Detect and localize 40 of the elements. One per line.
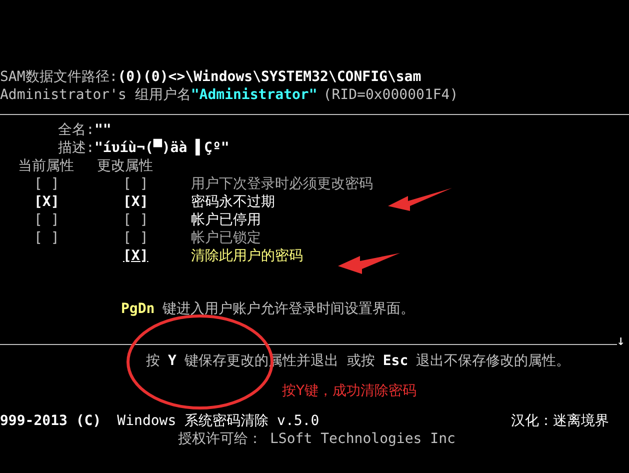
key-name: Y <box>168 352 176 370</box>
field-value: "íυíù¬(▀)äà ▌Çº" <box>94 139 230 157</box>
attribute-label: 用户下次登录时必须更改密码 <box>191 175 373 193</box>
column-header: 更改属性 <box>97 157 153 175</box>
attribute-label: 密码永不过期 <box>191 193 275 211</box>
product-name: Windows 系统密码清除 v.5.0 <box>117 412 320 430</box>
copyright-text: 999-2013 (C) <box>0 412 102 430</box>
field-value: "" <box>94 121 112 138</box>
licensee-name: LSoft Technologies Inc <box>270 430 456 448</box>
path-label: SAM数据文件路径: <box>0 68 118 86</box>
arrow-icon <box>338 253 400 274</box>
license-label: 授权许可给： <box>178 430 262 448</box>
attribute-label: 清除此用户的密码 <box>191 247 303 265</box>
translator-credit: 汉化：迷离境界 <box>511 412 609 430</box>
hint-text: 键进入用户账户允许登录时间设置界面。 <box>162 300 415 318</box>
checkbox[interactable]: [ ] <box>34 211 60 229</box>
rid-text: (RID=0x000001F4) <box>323 86 458 104</box>
checkbox[interactable]: [ ] <box>123 211 148 229</box>
checkbox[interactable]: [ ] <box>34 175 60 193</box>
annotation-text: 按Y键，成功清除密码 <box>282 382 417 400</box>
attribute-label: 帐户已停用 <box>191 211 261 229</box>
account-label: Administrator's 组用户名 <box>0 86 191 104</box>
column-header: 当前属性 <box>18 157 74 175</box>
checkbox[interactable]: [X] <box>123 193 148 211</box>
account-name: "Administrator" <box>190 86 318 104</box>
field-label: 描述: <box>58 139 94 157</box>
scroll-down-mark: ↓ <box>616 332 626 350</box>
checkbox[interactable]: [ ] <box>123 175 148 193</box>
key-name: PgDn <box>121 300 155 318</box>
hint-text: 退出不保存修改的属性。 <box>416 352 570 370</box>
path-value: (0)(0)<>\Windows\SYSTEM32\CONFIG\sam <box>118 68 422 86</box>
checkbox[interactable]: [X] <box>34 193 60 211</box>
checkbox[interactable]: [ ] <box>123 229 148 247</box>
arrow-icon <box>388 188 452 211</box>
field-label: 全名: <box>58 121 94 139</box>
hint-text: 按 <box>146 352 160 370</box>
checkbox[interactable]: [X] <box>123 247 148 265</box>
attribute-label: 帐户已锁定 <box>191 229 261 247</box>
checkbox[interactable]: [ ] <box>34 229 60 247</box>
key-name: Esc <box>382 352 408 370</box>
